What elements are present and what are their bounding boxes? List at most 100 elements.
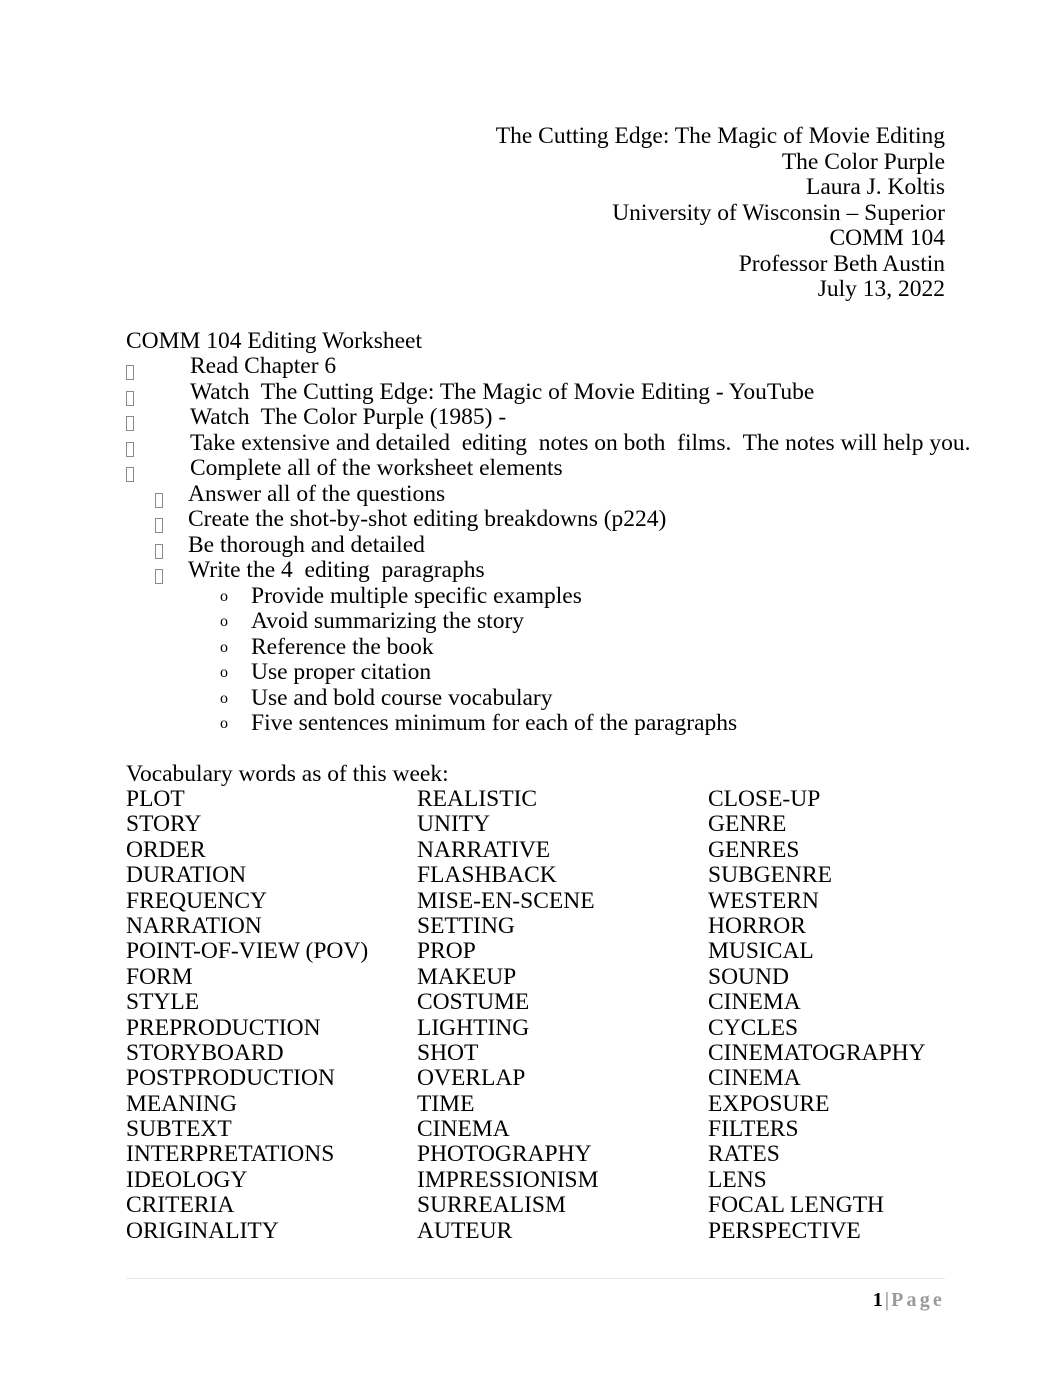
list-item: Write the 4 editing paragraphs: [0, 557, 1062, 584]
list-item-label: Provide multiple specific examples: [251, 582, 582, 609]
list-item-label: Read Chapter 6: [190, 353, 337, 379]
list-item-label: Avoid summarizing the story: [251, 608, 525, 634]
table-row: STORY UNITY GENRE: [126, 811, 786, 837]
vocab-term: REALISTIC: [417, 786, 538, 812]
header-line-institution: University of Wisconsin – Superior: [612, 199, 945, 226]
table-row: DURATION FLASHBACK SUBGENRE: [126, 862, 832, 888]
list-item: Read Chapter 6: [0, 353, 1062, 380]
list-item: Answer all of the questions: [0, 480, 1062, 508]
vocab-term: STORY: [126, 811, 202, 838]
header-line-date: July 13, 2022: [817, 276, 945, 302]
document-header: The Cutting Edge: The Magic of Movie Edi…: [126, 123, 945, 303]
list-item: o Provide multiple specific examples: [0, 582, 1062, 610]
vocab-term: SHOT: [417, 1039, 479, 1066]
vocab-term: CINEMA: [708, 989, 801, 1016]
list-item: Watch The Cutting Edge: The Magic of Mov…: [0, 378, 1062, 406]
vocab-term: PROP: [417, 938, 476, 965]
list-item: o Use proper citation: [0, 659, 1062, 686]
footer-page-number: 1: [872, 1289, 883, 1311]
list-item-label: Complete all of the worksheet elements: [190, 455, 563, 481]
circle-marker-icon: o: [220, 638, 228, 656]
header-line-film-title: The Cutting Edge: The Magic of Movie Edi…: [495, 123, 945, 149]
page-footer: 1 | Page: [126, 1288, 945, 1312]
table-row: FREQUENCY MISE-EN-SCENE WESTERN: [126, 888, 819, 914]
list-item-label: Be thorough and detailed: [188, 531, 425, 558]
vocab-term: TIME: [417, 1090, 475, 1117]
vocab-term: ORIGINALITY: [126, 1217, 279, 1244]
list-item-label: Write the 4 editing paragraphs: [188, 557, 485, 583]
vocab-term: MAKEUP: [417, 963, 517, 990]
vocab-term: FOCAL LENGTH: [708, 1192, 885, 1219]
footer-page-label: Page: [891, 1289, 945, 1311]
list-item-label: Answer all of the questions: [188, 480, 446, 507]
header-line-author: Laura J. Koltis: [805, 174, 945, 200]
table-row: ORDER NARRATIVE GENRES: [126, 837, 799, 863]
footer-separator: |: [884, 1289, 890, 1311]
header-line-second-film: The Color Purple: [781, 148, 945, 175]
list-item-label: Create the shot-by-shot editing breakdow…: [188, 506, 667, 532]
vocab-term: SETTING: [417, 912, 515, 939]
vocab-term: IDEOLOGY: [126, 1166, 248, 1193]
table-row: ORIGINALITY AUTEUR PERSPECTIVE: [126, 1218, 861, 1244]
vocab-term: STYLE: [126, 989, 200, 1016]
vocab-term: CYCLES: [708, 1014, 799, 1041]
circle-marker-icon: o: [220, 689, 228, 707]
circle-marker-icon: o: [220, 664, 228, 681]
table-row: CRITERIA SURREALISM FOCAL LENGTH: [126, 1192, 884, 1218]
list-item: Be thorough and detailed: [0, 531, 1062, 559]
table-row: NARRATION SETTING HORROR: [126, 913, 806, 939]
vocab-term: POSTPRODUCTION: [126, 1065, 335, 1092]
vocab-term: EXPOSURE: [708, 1090, 830, 1117]
list-item: o Avoid summarizing the story: [0, 608, 1062, 635]
vocab-term: LENS: [708, 1166, 767, 1193]
vocab-term: AUTEUR: [417, 1217, 513, 1244]
vocab-term: COSTUME: [417, 989, 530, 1016]
list-item-label: Take extensive and detailed editing note…: [190, 429, 971, 456]
table-row: SUBTEXT CINEMA FILTERS: [126, 1116, 799, 1142]
body-heading: COMM 104 Editing Worksheet: [126, 328, 422, 354]
vocab-term: PLOT: [126, 786, 185, 812]
table-row: POINT-OF-VIEW (POV) PROP MUSICAL: [126, 938, 814, 964]
vocab-term: NARRATIVE: [417, 836, 551, 863]
vocab-term: CRITERIA: [126, 1192, 235, 1219]
vocab-term: MUSICAL: [708, 938, 814, 965]
list-item-label: Use and bold course vocabulary: [251, 684, 553, 711]
table-row: STORYBOARD SHOT CINEMATOGRAPHY: [126, 1040, 926, 1066]
vocab-term: ORDER: [126, 836, 206, 863]
vocab-term: SURREALISM: [417, 1192, 566, 1219]
vocab-term: DURATION: [126, 862, 247, 889]
vocab-term: PHOTOGRAPHY: [417, 1141, 592, 1168]
table-row: FORM MAKEUP SOUND: [126, 964, 789, 990]
vocab-term: FORM: [126, 963, 193, 990]
task-list: Read Chapter 6 Watch The Cutting Edge: T…: [0, 353, 1062, 737]
vocab-term: PERSPECTIVE: [708, 1217, 861, 1244]
list-item-label: Watch The Color Purple (1985) -: [190, 404, 507, 430]
vocab-term: SOUND: [708, 963, 789, 990]
vocab-term: CINEMATOGRAPHY: [708, 1039, 926, 1066]
table-row: IDEOLOGY IMPRESSIONISM LENS: [126, 1167, 767, 1193]
vocab-term: FLASHBACK: [417, 862, 557, 889]
table-row: PREPRODUCTION LIGHTING CYCLES: [126, 1015, 798, 1041]
vocab-term: MEANING: [126, 1090, 237, 1117]
vocab-term: GENRE: [708, 811, 787, 838]
vocab-term: CINEMA: [417, 1116, 510, 1143]
list-item: Watch The Color Purple (1985) -: [0, 404, 1062, 431]
list-item: o Use and bold course vocabulary: [0, 684, 1062, 712]
vocab-term: GENRES: [708, 836, 800, 863]
vocab-term: RATES: [708, 1141, 780, 1168]
list-item: Complete all of the worksheet elements: [0, 455, 1062, 482]
table-row: INTERPRETATIONS PHOTOGRAPHY RATES: [126, 1142, 780, 1168]
list-item-label: Five sentences minimum for each of the p…: [251, 710, 738, 736]
list-item-label: Watch The Cutting Edge: The Magic of Mov…: [190, 378, 815, 405]
circle-marker-icon: o: [220, 587, 228, 605]
vocab-term: INTERPRETATIONS: [126, 1141, 335, 1168]
footer-divider: [126, 1278, 945, 1279]
header-line-course: COMM 104: [829, 225, 945, 251]
vocab-term: POINT-OF-VIEW (POV): [126, 938, 369, 965]
list-item: o Five sentences minimum for each of the…: [0, 710, 1062, 737]
list-item: Take extensive and detailed editing note…: [0, 429, 1062, 457]
vocab-term: STORYBOARD: [126, 1039, 284, 1066]
vocab-term: IMPRESSIONISM: [417, 1166, 599, 1193]
table-row: MEANING TIME EXPOSURE: [126, 1091, 829, 1117]
list-item-label: Reference the book: [251, 633, 434, 660]
